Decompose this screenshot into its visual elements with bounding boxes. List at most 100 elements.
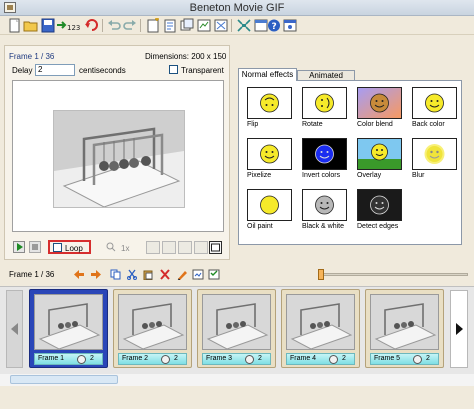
horizontal-scrollbar-thumb[interactable]: [10, 375, 118, 384]
frame-card[interactable]: Frame 5 2: [365, 289, 444, 368]
import-frames-icon[interactable]: 123: [56, 18, 82, 33]
info-icon[interactable]: [282, 18, 298, 33]
effect-color-blend[interactable]: Color blend: [357, 87, 407, 128]
open-icon[interactable]: [23, 18, 39, 33]
cut-icon[interactable]: [126, 269, 138, 280]
effect-black-white-thumbnail: [302, 189, 347, 221]
arrow-right-icon: [456, 323, 463, 335]
play-icon: [17, 243, 23, 251]
frame-card[interactable]: Frame 3 2: [197, 289, 276, 368]
frame-thumbnail: [202, 294, 271, 350]
grid-icon[interactable]: [236, 18, 252, 33]
frame-card[interactable]: Frame 1 2: [29, 289, 108, 368]
effect-invert-colors-thumbnail: [302, 138, 347, 170]
effect-invert-colors[interactable]: Invert colors: [302, 138, 352, 179]
timeline-slider-thumb[interactable]: [318, 269, 324, 280]
effect-blur[interactable]: Blur: [412, 138, 462, 179]
edit-frame-icon[interactable]: [176, 269, 188, 280]
timeline-slider-track[interactable]: [318, 273, 468, 276]
loop-label: Loop: [65, 244, 83, 253]
effect-black-white[interactable]: Black & white: [302, 189, 352, 230]
delay-label: Delay: [12, 66, 33, 75]
effect-color-blend-thumbnail: [357, 87, 402, 119]
frame-footer: Frame 4 2: [286, 353, 355, 365]
previous-frame-icon[interactable]: [73, 269, 85, 280]
center-button[interactable]: [194, 241, 208, 254]
layers-icon[interactable]: [179, 18, 195, 33]
scroll-right-button[interactable]: [450, 290, 468, 368]
fit-icon[interactable]: [213, 18, 229, 33]
frame-delay: 2: [258, 355, 262, 362]
frame-name: Frame 3: [206, 355, 233, 362]
zoom-icon[interactable]: [106, 242, 116, 252]
effect-overlay[interactable]: Overlay: [357, 138, 407, 179]
clock-icon: [77, 355, 86, 364]
effect-back-color[interactable]: Back color: [412, 87, 462, 128]
frame-name: Frame 4: [290, 355, 317, 362]
preview-window-button[interactable]: [209, 241, 222, 254]
frame-footer: Frame 5 2: [370, 353, 439, 365]
window-icon: [211, 243, 220, 252]
effect-overlay-thumbnail: [357, 138, 402, 170]
frame-properties-icon[interactable]: [208, 269, 220, 280]
transparent-label: Transparent: [181, 66, 224, 75]
transparent-checkbox[interactable]: [169, 65, 178, 74]
effect-oil-paint-thumbnail: [247, 189, 292, 221]
frame-card[interactable]: Frame 2 2: [113, 289, 192, 368]
delay-unit-label: centiseconds: [79, 66, 126, 75]
clock-icon: [245, 355, 254, 364]
scroll-left-button[interactable]: [6, 290, 23, 368]
clock-icon: [161, 355, 170, 364]
delay-input[interactable]: 2: [35, 64, 75, 76]
frame-name: Frame 1: [38, 355, 65, 362]
frame-footer: Frame 3 2: [202, 353, 271, 365]
delete-icon[interactable]: [159, 269, 171, 280]
title-bar: Beneton Movie GIF: [0, 0, 474, 16]
properties-icon[interactable]: [162, 18, 178, 33]
svg-text:?: ?: [272, 22, 277, 32]
optimize-icon[interactable]: [196, 18, 212, 33]
dimensions-label: Dimensions: 200 x 150: [145, 52, 227, 61]
save-icon[interactable]: [40, 18, 56, 33]
frame-name: Frame 5: [374, 355, 401, 362]
about-icon[interactable]: ?: [266, 18, 282, 33]
frame-card[interactable]: Frame 4 2: [281, 289, 360, 368]
effect-rotate[interactable]: Rotate: [302, 87, 352, 128]
frame-thumbnail: [34, 294, 103, 350]
undo-icon[interactable]: [106, 18, 122, 33]
loop-checkbox[interactable]: [53, 243, 62, 252]
refresh-icon[interactable]: [84, 18, 100, 33]
effect-label: Back color: [412, 121, 445, 128]
effect-oil-paint[interactable]: Oil paint: [247, 189, 297, 230]
new-icon[interactable]: [6, 18, 22, 33]
effect-pixelize[interactable]: Pixelize: [247, 138, 297, 179]
play-button[interactable]: [13, 241, 25, 253]
frame-thumbnail: [370, 294, 439, 350]
effect-label: Blur: [412, 172, 425, 179]
tab-normal-effects[interactable]: Normal effects: [238, 68, 297, 81]
effect-detect-edges[interactable]: Detect edges: [357, 189, 407, 230]
frame-name: Frame 2: [122, 355, 149, 362]
effect-label: Overlay: [357, 172, 382, 179]
insert-frame-icon[interactable]: [145, 18, 161, 33]
zoom-level: 1x: [121, 244, 130, 253]
zoom-in-button[interactable]: [146, 241, 160, 254]
paste-icon[interactable]: [142, 269, 154, 280]
image-editor-icon[interactable]: [192, 269, 204, 280]
stop-button[interactable]: [29, 241, 41, 253]
arrow-left-icon: [11, 323, 18, 335]
effect-flip-thumbnail: [247, 87, 292, 119]
fit-window-button[interactable]: [178, 241, 192, 254]
effect-detect-edges-thumbnail: [357, 189, 402, 221]
main-toolbar: 123 ?: [0, 16, 474, 35]
zoom-out-button[interactable]: [162, 241, 176, 254]
effect-label: Detect edges: [357, 223, 399, 230]
effect-blur-thumbnail: [412, 138, 457, 170]
clock-icon: [413, 355, 422, 364]
redo-icon[interactable]: [122, 18, 138, 33]
stop-icon: [32, 244, 38, 250]
copy-icon[interactable]: [110, 269, 122, 280]
effect-back-color-thumbnail: [412, 87, 457, 119]
effect-flip[interactable]: Flip: [247, 87, 297, 128]
next-frame-icon[interactable]: [90, 269, 102, 280]
